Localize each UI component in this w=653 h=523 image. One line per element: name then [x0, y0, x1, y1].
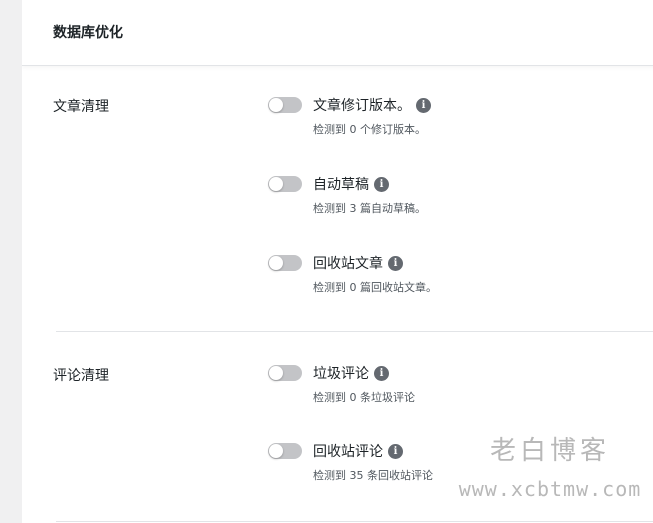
option-description: 检测到 35 条回收站评论	[313, 469, 433, 482]
section-label: 文章清理	[53, 99, 109, 115]
spam-comments-toggle[interactable]	[268, 365, 302, 381]
section-label: 评论清理	[53, 368, 109, 384]
panel-header: 数据库优化	[22, 0, 653, 66]
trash-comments-toggle[interactable]	[268, 443, 302, 459]
option-spam-comments: 垃圾评论 i 检测到 0 条垃圾评论	[268, 362, 415, 405]
info-icon[interactable]: i	[388, 255, 403, 271]
option-description: 检测到 0 条垃圾评论	[313, 391, 415, 404]
info-icon[interactable]: i	[374, 365, 389, 381]
option-post-revisions: 文章修订版本。 i 检测到 0 个修订版本。	[268, 94, 431, 137]
toggle-knob	[269, 366, 283, 380]
option-trash-comments: 回收站评论 i 检测到 35 条回收站评论	[268, 440, 433, 483]
option-label: 垃圾评论	[313, 366, 369, 382]
option-label: 文章修订版本。	[313, 98, 411, 114]
option-label: 自动草稿	[313, 177, 369, 193]
watermark: 老白博客 www.xcbtmw.com	[450, 430, 650, 501]
toggle-knob	[269, 256, 283, 270]
info-icon[interactable]: i	[374, 176, 389, 192]
option-description: 检测到 0 篇回收站文章。	[313, 281, 437, 294]
auto-drafts-toggle[interactable]	[268, 176, 302, 192]
watermark-url: www.xcbtmw.com	[458, 477, 642, 501]
panel-title: 数据库优化	[53, 25, 123, 41]
option-description: 检测到 3 篇自动草稿。	[313, 202, 426, 215]
post-revisions-toggle[interactable]	[268, 97, 302, 113]
toggle-knob	[269, 177, 283, 191]
info-icon[interactable]: i	[388, 443, 403, 459]
trash-posts-toggle[interactable]	[268, 255, 302, 271]
info-icon[interactable]: i	[416, 97, 431, 113]
toggle-knob	[269, 444, 283, 458]
toggle-knob	[269, 98, 283, 112]
option-auto-drafts: 自动草稿 i 检测到 3 篇自动草稿。	[268, 173, 426, 216]
option-label: 回收站评论	[313, 444, 383, 460]
section-post-cleanup: 文章清理 文章修订版本。 i 检测到 0 个修订版本。 自动草稿 i 检测到 3…	[53, 66, 653, 332]
option-description: 检测到 0 个修订版本。	[313, 123, 426, 136]
watermark-title: 老白博客	[489, 436, 610, 466]
option-trash-posts: 回收站文章 i 检测到 0 篇回收站文章。	[268, 252, 437, 295]
option-label: 回收站文章	[313, 256, 383, 272]
